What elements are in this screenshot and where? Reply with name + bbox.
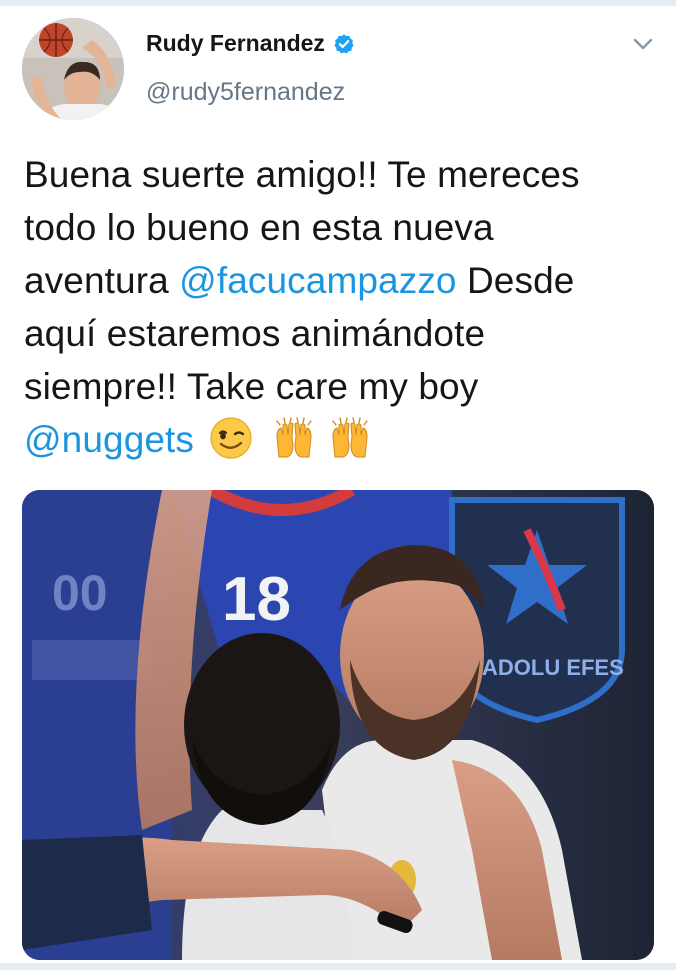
tweet-text: Buena suerte amigo!! Te mereces todo lo … bbox=[24, 148, 654, 466]
mention-link[interactable]: @nuggets bbox=[24, 419, 194, 460]
jersey-number-left: 00 bbox=[52, 565, 108, 621]
author-name[interactable]: Rudy Fernandez bbox=[146, 30, 325, 57]
raising-hands-emoji bbox=[332, 417, 368, 458]
tweet-text-line: Buena suerte amigo!! Te mereces bbox=[24, 154, 580, 195]
bottom-divider bbox=[0, 963, 676, 970]
jersey-number: 18 bbox=[222, 565, 291, 634]
tweet-photo[interactable]: 00 18 ANADOLU EFES bbox=[22, 490, 654, 960]
winking-face-emoji bbox=[210, 417, 253, 459]
chevron-down-icon[interactable] bbox=[632, 36, 654, 52]
author-handle[interactable]: @rudy5fernandez bbox=[146, 78, 345, 107]
avatar[interactable] bbox=[22, 18, 124, 120]
avatar-image bbox=[22, 18, 124, 120]
tweet-text-line: siempre!! Take care my boy bbox=[24, 366, 479, 407]
mention-link[interactable]: @facucampazzo bbox=[179, 260, 456, 301]
verified-badge-icon bbox=[334, 33, 354, 54]
top-divider bbox=[0, 0, 676, 6]
tweet-photo-image: 00 18 ANADOLU EFES bbox=[22, 490, 654, 960]
tweet-text-line: @nuggets bbox=[24, 413, 654, 466]
tweet-text-fragment: Desde bbox=[456, 260, 575, 301]
tweet-text-line: todo lo bueno en esta nueva bbox=[24, 207, 494, 248]
raising-hands-emoji bbox=[276, 417, 312, 458]
tweet-text-line: aquí estaremos animándote bbox=[24, 313, 486, 354]
tweet-text-fragment: aventura bbox=[24, 260, 180, 301]
tweet-text-line: aventura @facucampazzo Desde bbox=[24, 254, 654, 307]
